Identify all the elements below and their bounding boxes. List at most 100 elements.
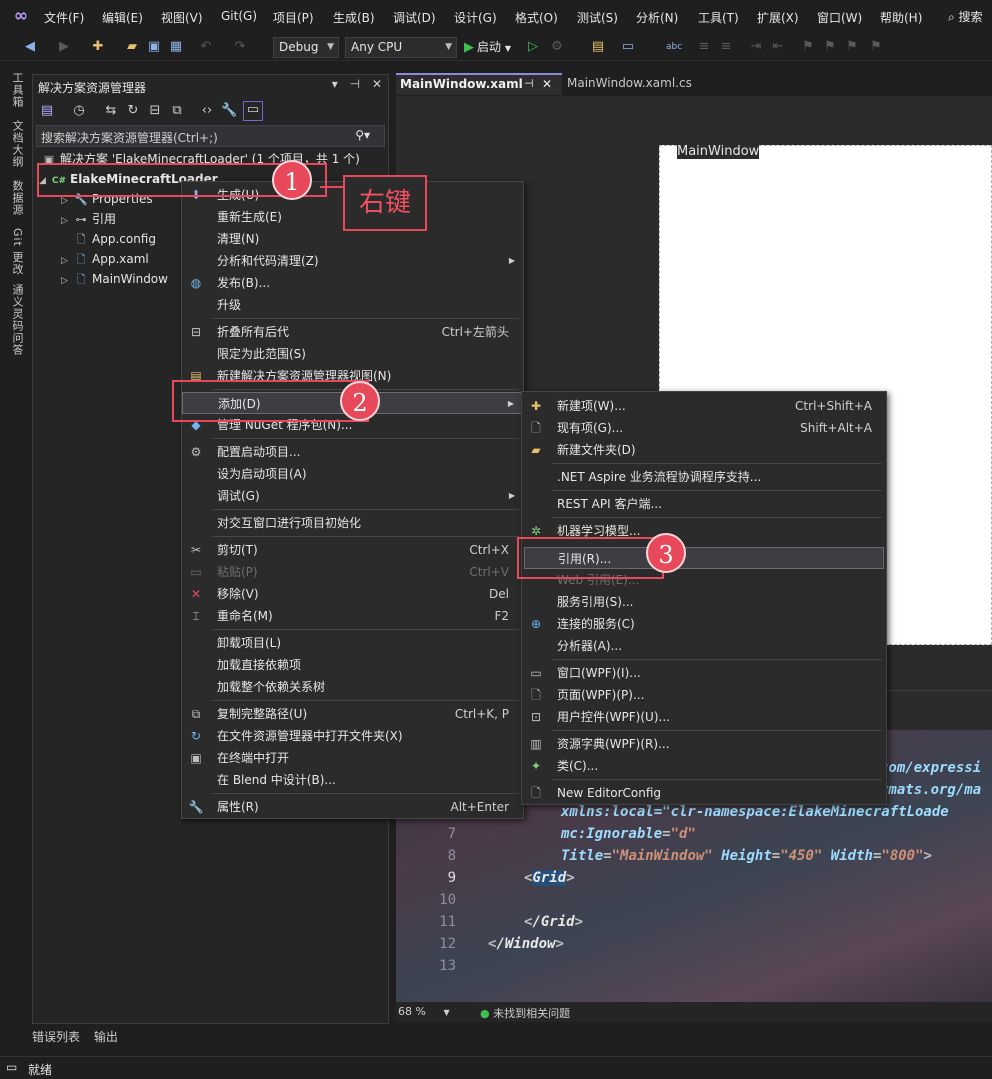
tab-mainwindow-xaml[interactable]: MainWindow.xaml ⊣ ✕ xyxy=(396,73,562,95)
pending-changes-icon[interactable]: ◷ xyxy=(71,103,87,119)
menu-new-editorconfig[interactable]: 🗋 New EditorConfig xyxy=(522,782,886,804)
menu-unload-project[interactable]: 卸载项目(L) xyxy=(182,632,523,654)
menu-load-dep-tree[interactable]: 加载整个依赖关系树 xyxy=(182,676,523,698)
forward-icon[interactable]: ▶ xyxy=(56,39,72,55)
tree-references-node[interactable]: ▷ ⊶ 引用 xyxy=(61,209,116,229)
save-all-icon[interactable]: ▦ xyxy=(168,39,184,55)
collapse-all-icon[interactable]: ⊟ xyxy=(147,103,163,119)
new-project-icon[interactable]: ✚ xyxy=(90,39,106,55)
data-sources-tab[interactable]: 数据源 xyxy=(9,180,25,216)
outdent-icon[interactable]: ⇤ xyxy=(770,39,786,55)
menu-open-terminal[interactable]: ▣ 在终端中打开 xyxy=(182,747,523,769)
menu-service-reference[interactable]: 服务引用(S)... xyxy=(522,591,886,613)
uncomment-icon[interactable]: ≡ xyxy=(718,39,734,55)
dropdown-icon[interactable]: ▾ xyxy=(332,77,338,91)
toolbox-tab[interactable]: 工具箱 xyxy=(9,72,25,108)
view-code-icon[interactable]: ‹› xyxy=(199,103,215,119)
tab-mainwindow-cs[interactable]: MainWindow.xaml.cs xyxy=(567,76,692,90)
tab-output[interactable]: 输出 xyxy=(94,1030,118,1044)
menu-format[interactable]: 格式(O) xyxy=(515,9,558,26)
menu-aspire-support[interactable]: .NET Aspire 业务流程协调程序支持... xyxy=(522,466,886,488)
back-icon[interactable]: ◀ xyxy=(22,39,38,55)
tree-appconfig-node[interactable]: 🗋 App.config xyxy=(73,229,156,249)
menu-analyzer[interactable]: 分析器(A)... xyxy=(522,635,886,657)
menu-collapse-descendants[interactable]: ⊟ 折叠所有后代 Ctrl+左箭头 xyxy=(182,321,523,343)
layout-icon[interactable]: ▭ xyxy=(620,39,636,55)
close-icon[interactable]: ✕ xyxy=(372,77,382,91)
menu-open-in-explorer[interactable]: ↻ 在文件资源管理器中打开文件夹(X) xyxy=(182,725,523,747)
menu-rest-api-client[interactable]: REST API 客户端... xyxy=(522,493,886,515)
bookmark-icon[interactable]: ⚑ xyxy=(800,39,816,55)
switch-views-icon[interactable]: ▤ xyxy=(39,103,55,119)
menu-configure-startup[interactable]: ⚙ 配置启动项目... xyxy=(182,441,523,463)
menu-edit[interactable]: 编辑(E) xyxy=(102,9,143,26)
menu-design[interactable]: 设计(G) xyxy=(454,9,497,26)
show-all-files-icon[interactable]: ⧉ xyxy=(169,103,185,119)
tongyi-chat-tab[interactable]: 通义灵码问答 xyxy=(9,284,25,356)
document-outline-tab[interactable]: 文档大纲 xyxy=(9,120,25,168)
solution-folder-icon[interactable]: ▤ xyxy=(590,39,606,55)
menu-copy-full-path[interactable]: ⧉ 复制完整路径(U) Ctrl+K, P xyxy=(182,703,523,725)
menu-scope-to-this[interactable]: 限定为此范围(S) xyxy=(182,343,523,365)
menu-resource-dictionary[interactable]: ▥ 资源字典(WPF)(R)... xyxy=(522,733,886,755)
menu-new-folder[interactable]: ▰ 新建文件夹(D) xyxy=(522,439,886,461)
tab-error-list[interactable]: 错误列表 xyxy=(32,1030,80,1044)
menu-upgrade[interactable]: 升级 xyxy=(182,294,523,316)
undo-icon[interactable]: ↶ xyxy=(198,39,214,55)
bookmark-next-icon[interactable]: ⚑ xyxy=(844,39,860,55)
menu-project[interactable]: 项目(P) xyxy=(273,9,314,26)
menu-file[interactable]: 文件(F) xyxy=(44,9,84,26)
menu-wpf-page[interactable]: 🗋 页面(WPF)(P)... xyxy=(522,684,886,706)
save-icon[interactable]: ▣ xyxy=(146,39,162,55)
menu-load-direct-deps[interactable]: 加载直接依赖项 xyxy=(182,654,523,676)
bookmark-clear-icon[interactable]: ⚑ xyxy=(868,39,884,55)
menu-wpf-user-control[interactable]: ⊡ 用户控件(WPF)(U)... xyxy=(522,706,886,728)
sync-icon[interactable]: ⇆ xyxy=(103,103,119,119)
menu-test[interactable]: 测试(S) xyxy=(577,9,618,26)
start-debug-button[interactable]: ▶ 启动 ▼ xyxy=(464,38,511,55)
indent-icon[interactable]: ⇥ xyxy=(748,39,764,55)
menu-new-item[interactable]: ✚ 新建项(W)... Ctrl+Shift+A xyxy=(522,395,886,417)
issues-indicator[interactable]: ● 未找到相关问题 xyxy=(480,1005,570,1021)
menu-window[interactable]: 窗口(W) xyxy=(817,9,862,26)
menu-set-startup[interactable]: 设为启动项目(A) xyxy=(182,463,523,485)
menu-wpf-window[interactable]: ▭ 窗口(WPF)(I)... xyxy=(522,662,886,684)
menu-build[interactable]: 生成(B) xyxy=(333,9,375,26)
menu-analyze-cleanup[interactable]: 分析和代码清理(Z) ▶ xyxy=(182,250,523,272)
redo-icon[interactable]: ↷ xyxy=(232,39,248,55)
menu-properties[interactable]: 🔧 属性(R) Alt+Enter xyxy=(182,796,523,818)
menu-tools[interactable]: 工具(T) xyxy=(698,9,739,26)
comment-icon[interactable]: ≡ xyxy=(696,39,712,55)
bookmark-prev-icon[interactable]: ⚑ xyxy=(822,39,838,55)
tree-mainwindow-node[interactable]: ▷ 🗋 MainWindow xyxy=(61,269,168,289)
start-without-debug-icon[interactable]: ▷ xyxy=(525,39,541,55)
refresh-icon[interactable]: ↻ xyxy=(125,103,141,119)
menu-clean[interactable]: 清理(N) xyxy=(182,228,523,250)
configuration-select[interactable]: Debug ▼ xyxy=(273,37,339,58)
menu-analyze[interactable]: 分析(N) xyxy=(636,9,678,26)
open-folder-icon[interactable]: ▰ xyxy=(124,39,140,55)
menu-design-in-blend[interactable]: 在 Blend 中设计(B)... xyxy=(182,769,523,791)
menu-cut[interactable]: ✂ 剪切(T) Ctrl+X xyxy=(182,539,523,561)
preview-selected-icon[interactable]: ▭ xyxy=(243,101,263,121)
solution-search-input[interactable]: 搜索解决方案资源管理器(Ctrl+;) ⚲▾ xyxy=(36,125,385,147)
pin-icon[interactable]: ⊣ xyxy=(350,77,360,91)
menu-rename[interactable]: ⌶ 重命名(M) F2 xyxy=(182,605,523,627)
pin-icon[interactable]: ⊣ xyxy=(524,77,534,90)
menu-debug-sub[interactable]: 调试(G) ▶ xyxy=(182,485,523,507)
menu-view[interactable]: 视图(V) xyxy=(161,9,203,26)
menu-connected-service[interactable]: ⊕ 连接的服务(C) xyxy=(522,613,886,635)
git-changes-tab[interactable]: Git 更改 xyxy=(9,228,25,275)
menu-extensions[interactable]: 扩展(X) xyxy=(757,9,799,26)
menu-remove[interactable]: ✕ 移除(V) Del xyxy=(182,583,523,605)
tree-appxaml-node[interactable]: ▷ 🗋 App.xaml xyxy=(61,249,149,269)
menu-publish[interactable]: ◍ 发布(B)... xyxy=(182,272,523,294)
menu-existing-item[interactable]: 🗋 现有项(G)... Shift+Alt+A xyxy=(522,417,886,439)
hot-reload-icon[interactable]: ⚙ xyxy=(549,39,565,55)
properties-icon[interactable]: 🔧 xyxy=(221,103,237,119)
menu-debug[interactable]: 调试(D) xyxy=(393,9,436,26)
spellcheck-icon[interactable]: abc xyxy=(666,39,682,55)
close-icon[interactable]: ✕ xyxy=(542,77,552,91)
platform-select[interactable]: Any CPU ▼ xyxy=(345,37,457,58)
global-search[interactable]: ⌕ 搜索 xyxy=(948,8,983,25)
